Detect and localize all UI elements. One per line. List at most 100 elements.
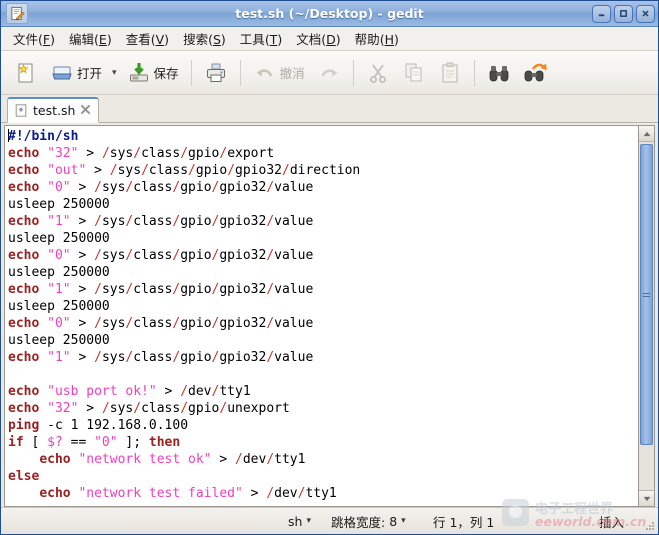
code-token: / bbox=[219, 401, 228, 416]
scrollbar-track[interactable] bbox=[639, 142, 654, 490]
save-button[interactable]: 保存 bbox=[122, 58, 184, 88]
code-token: class bbox=[133, 350, 173, 365]
code-token: class bbox=[133, 180, 173, 195]
scissors-icon bbox=[369, 63, 386, 83]
minimize-button[interactable] bbox=[592, 4, 611, 23]
code-token: / bbox=[94, 248, 102, 263]
gedit-window: test.sh (~/Desktop) - gedit 文件(F) 编辑(E) … bbox=[0, 0, 659, 535]
print-button[interactable] bbox=[199, 58, 233, 88]
menu-view[interactable]: 查看(V) bbox=[119, 26, 176, 51]
menu-help[interactable]: 帮助(H) bbox=[348, 26, 406, 51]
menu-tools[interactable]: 工具(T) bbox=[233, 26, 289, 51]
code-token: gpio bbox=[180, 180, 212, 195]
tab-close-icon[interactable] bbox=[80, 104, 91, 118]
paste-button bbox=[433, 58, 467, 88]
vertical-scrollbar[interactable] bbox=[638, 125, 655, 507]
menu-file[interactable]: 文件(F) bbox=[6, 26, 62, 51]
code-token: / bbox=[266, 316, 275, 331]
binoculars-find-icon bbox=[489, 65, 508, 81]
replace-button[interactable] bbox=[518, 58, 552, 88]
undo-button-label: 撤消 bbox=[279, 66, 305, 81]
menu-edit[interactable]: 编辑(E) bbox=[62, 26, 119, 51]
toolbar-separator-3 bbox=[352, 59, 354, 86]
code-token: class bbox=[148, 163, 189, 178]
code-token: value bbox=[274, 180, 314, 195]
maximize-button[interactable] bbox=[614, 4, 633, 23]
code-token: > bbox=[156, 384, 181, 399]
resize-grip[interactable] bbox=[645, 521, 655, 531]
code-token: "usb port ok!" bbox=[47, 384, 157, 399]
status-bar: sh ▾ 跳格宽度: 8 ▾ 行 1，列 1 插入 bbox=[1, 507, 658, 534]
code-token: echo bbox=[8, 350, 40, 365]
copy-button bbox=[397, 58, 431, 88]
text-editor[interactable]: #!/bin/sh echo "32" > /sys/class/gpio/exp… bbox=[4, 125, 638, 507]
toolbar-separator-4 bbox=[473, 59, 475, 86]
scrollbar-grip bbox=[643, 291, 650, 299]
tab-test-sh[interactable]: test.sh bbox=[7, 97, 100, 123]
code-line: echo "0" > /sys/class/gpio/gpio32/value bbox=[8, 315, 638, 332]
code-token: / bbox=[266, 282, 275, 297]
code-token: / bbox=[180, 401, 189, 416]
code-token: / bbox=[101, 146, 110, 161]
toolbar: 打开 ▾ 保存 撤消 bbox=[1, 51, 658, 95]
code-token: / bbox=[133, 401, 142, 416]
scroll-up-button[interactable] bbox=[639, 126, 654, 142]
open-button[interactable]: 打开 bbox=[45, 58, 107, 88]
code-token: "1" bbox=[47, 214, 71, 229]
menu-search[interactable]: 搜索(S) bbox=[176, 26, 233, 51]
code-token: gpio bbox=[188, 401, 220, 416]
code-token: echo bbox=[8, 214, 40, 229]
tab-width-selector[interactable]: 跳格宽度: 8 ▾ bbox=[331, 512, 406, 531]
code-token: > bbox=[70, 180, 95, 195]
insert-mode-indicator: 插入 bbox=[599, 514, 625, 530]
code-token: > bbox=[70, 316, 95, 331]
new-document-button[interactable] bbox=[9, 58, 43, 88]
scroll-down-button[interactable] bbox=[639, 490, 654, 506]
code-token: "0" bbox=[47, 248, 71, 263]
code-token: gpio bbox=[180, 214, 212, 229]
code-token: $? bbox=[47, 435, 63, 450]
save-disk-icon bbox=[129, 62, 148, 81]
code-line: usleep 250000 bbox=[8, 332, 638, 349]
code-token: / bbox=[109, 163, 118, 178]
printer-icon bbox=[206, 63, 225, 82]
code-token: / bbox=[94, 180, 102, 195]
source-code[interactable]: #!/bin/sh echo "32" > /sys/class/gpio/exp… bbox=[5, 126, 638, 502]
code-token: #!/bin/sh bbox=[8, 129, 79, 144]
code-token: == bbox=[62, 435, 95, 450]
copy-pages-icon bbox=[405, 62, 422, 82]
language-selector[interactable]: sh ▾ bbox=[288, 514, 311, 529]
code-token: "32" bbox=[47, 401, 79, 416]
code-token: / bbox=[266, 248, 275, 263]
cut-button bbox=[361, 58, 395, 88]
title-bar[interactable]: test.sh (~/Desktop) - gedit bbox=[1, 1, 658, 27]
code-token: -c 1 192.168.0.100 bbox=[39, 418, 189, 433]
code-token: / bbox=[266, 214, 275, 229]
code-line: if [ $? == "0" ]; then bbox=[8, 434, 638, 451]
code-token: usleep 250000 bbox=[8, 231, 110, 246]
code-token: echo bbox=[8, 180, 40, 195]
menu-tools-label: 工具 bbox=[239, 32, 265, 47]
code-line: echo "32" > /sys/class/gpio/export bbox=[8, 145, 638, 162]
close-button[interactable] bbox=[636, 4, 655, 23]
save-button-label: 保存 bbox=[153, 66, 179, 81]
undo-arrow-icon bbox=[256, 68, 272, 76]
code-line: usleep 250000 bbox=[8, 298, 638, 315]
scrollbar-thumb[interactable] bbox=[640, 144, 653, 446]
open-dropdown-icon[interactable]: ▾ bbox=[109, 68, 120, 78]
code-token: > bbox=[70, 248, 95, 263]
code-token: unexport bbox=[227, 401, 290, 416]
code-token: > bbox=[78, 401, 102, 416]
tab-bar: test.sh bbox=[1, 95, 658, 123]
code-token: value bbox=[274, 316, 314, 331]
menu-tools-mnemonic: T bbox=[269, 32, 278, 47]
find-button[interactable] bbox=[482, 58, 516, 88]
code-token: [ bbox=[23, 435, 48, 450]
code-token: > bbox=[70, 350, 95, 365]
menu-documents[interactable]: 文档(D) bbox=[289, 26, 347, 51]
gedit-notepad-icon bbox=[6, 3, 28, 24]
menu-help-mnemonic: H bbox=[384, 32, 394, 47]
code-token: / bbox=[281, 163, 290, 178]
code-token: ping bbox=[8, 418, 40, 433]
